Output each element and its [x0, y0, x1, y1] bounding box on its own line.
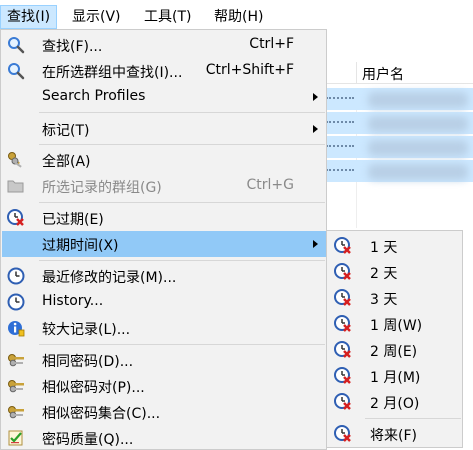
blurred-cell	[368, 116, 468, 132]
menu-item-similar-password-clusters[interactable]: 相似密码集合(C)...	[2, 399, 326, 425]
menu-item-find-in-group[interactable]: 在所选群组中查找(I)... Ctrl+Shift+F	[2, 58, 326, 84]
submenu-separator	[365, 418, 461, 419]
submenu-item-2-days[interactable]: 2 天	[328, 259, 462, 285]
submenu-item-3-days[interactable]: 3 天	[328, 285, 462, 311]
menu-item-label: 相同密码(D)...	[42, 354, 134, 370]
menu-tools[interactable]: 工具(T)	[138, 5, 197, 29]
menu-item-shortcut: Ctrl+G	[246, 177, 295, 193]
submenu-item-2-weeks[interactable]: 2 周(E)	[328, 337, 462, 363]
submenu-item-1-week[interactable]: 1 周(W)	[328, 311, 462, 337]
magnifier-icon	[7, 36, 25, 54]
table-row[interactable]	[326, 112, 473, 134]
expired-clock-icon	[7, 209, 25, 227]
menu-item-label: 过期时间(X)	[42, 238, 119, 254]
menu-item-shortcut: Ctrl+Shift+F	[205, 62, 294, 78]
keys-icon	[7, 377, 25, 395]
clock-icon	[7, 267, 25, 285]
submenu-arrow-icon	[313, 125, 318, 133]
menu-item-shortcut: Ctrl+F	[249, 36, 294, 52]
expired-clock-icon	[334, 341, 352, 359]
entry-list-header: 用户名	[326, 62, 473, 84]
menu-item-label: History...	[42, 293, 104, 309]
expired-clock-icon	[334, 237, 352, 255]
submenu-item-label: 1 天	[370, 240, 398, 256]
expired-clock-icon	[334, 289, 352, 307]
find-menu-dropdown: 查找(F)... Ctrl+F 在所选群组中查找(I)... Ctrl+Shif…	[0, 29, 327, 450]
submenu-arrow-icon	[313, 93, 318, 101]
submenu-item-2-months[interactable]: 2 月(O)	[328, 389, 462, 415]
submenu-arrow-icon	[313, 240, 318, 248]
submenu-item-label: 1 周(W)	[370, 318, 423, 334]
keys-icon	[7, 151, 25, 169]
info-icon	[7, 319, 25, 337]
menu-item-find[interactable]: 查找(F)... Ctrl+F	[2, 32, 326, 58]
menu-separator	[39, 344, 325, 345]
column-header-username[interactable]: 用户名	[362, 64, 404, 84]
expired-clock-icon	[334, 315, 352, 333]
menu-item-similar-password-pairs[interactable]: 相似密码对(P)...	[2, 373, 326, 399]
menu-item-tag[interactable]: 标记(T)	[2, 116, 326, 142]
menu-item-label: 在所选群组中查找(I)...	[42, 65, 183, 81]
submenu-item-label: 1 月(M)	[370, 370, 421, 386]
menu-item-search-profiles[interactable]: Search Profiles	[2, 84, 326, 110]
submenu-item-label: 2 周(E)	[370, 344, 418, 360]
expired-clock-icon	[334, 263, 352, 281]
table-row[interactable]	[326, 88, 473, 110]
menu-item-label: 标记(T)	[42, 123, 90, 139]
submenu-item-label: 3 天	[370, 292, 398, 308]
magnifier-icon	[7, 62, 25, 80]
table-row[interactable]	[326, 160, 473, 182]
menu-help[interactable]: 帮助(H)	[208, 5, 269, 29]
menu-item-expired[interactable]: 已过期(E)	[2, 205, 326, 231]
menu-item-label: Search Profiles	[42, 88, 146, 104]
menu-item-label: 较大记录(L)...	[42, 322, 131, 338]
menu-separator	[39, 144, 325, 145]
blurred-cell	[368, 164, 468, 180]
submenu-item-1-day[interactable]: 1 天	[328, 233, 462, 259]
menu-item-label: 所选记录的群组(G)	[42, 180, 162, 196]
menu-item-label: 全部(A)	[42, 154, 91, 170]
expired-clock-icon	[334, 425, 352, 443]
keys-icon	[7, 403, 25, 421]
menu-item-label: 查找(F)...	[42, 39, 103, 55]
submenu-item-future[interactable]: 将来(F)	[328, 421, 462, 447]
submenu-item-label: 将来(F)	[370, 428, 417, 444]
entry-list-panel: 用户名	[326, 32, 473, 232]
menu-item-label: 最近修改的记录(M)...	[42, 270, 177, 286]
menu-item-expiry-time[interactable]: 过期时间(X)	[2, 231, 326, 257]
clock-icon	[7, 293, 25, 311]
menu-separator	[39, 202, 325, 203]
folder-icon	[7, 177, 25, 195]
menu-item-duplicate-passwords[interactable]: 相同密码(D)...	[2, 347, 326, 373]
menu-find[interactable]: 查找(I)	[0, 5, 58, 29]
submenu-item-1-month[interactable]: 1 月(M)	[328, 363, 462, 389]
blurred-cell	[368, 92, 468, 108]
expiry-time-submenu: 1 天 2 天 3 天 1 周(W) 2 周(E) 1 月(M) 2 月(O) …	[326, 230, 463, 448]
menu-bar: 查找(I) 显示(V) 工具(T) 帮助(H)	[0, 0, 473, 32]
blurred-cell	[368, 140, 468, 156]
submenu-item-label: 2 天	[370, 266, 398, 282]
menu-item-all[interactable]: 全部(A)	[2, 147, 326, 173]
menu-item-label: 相似密码集合(C)...	[42, 406, 161, 422]
submenu-item-label: 2 月(O)	[370, 396, 420, 412]
quality-icon	[7, 429, 25, 447]
menu-item-selected-entry-group[interactable]: 所选记录的群组(G) Ctrl+G	[2, 173, 326, 199]
keys-icon	[7, 351, 25, 369]
menu-item-history[interactable]: History...	[2, 289, 326, 315]
table-row[interactable]	[326, 136, 473, 158]
menu-view[interactable]: 显示(V)	[66, 5, 127, 29]
column-divider[interactable]	[356, 62, 357, 84]
menu-item-password-quality[interactable]: 密码质量(Q)...	[2, 425, 326, 450]
expired-clock-icon	[334, 367, 352, 385]
menu-item-large-entries[interactable]: 较大记录(L)...	[2, 315, 326, 341]
menu-item-label: 相似密码对(P)...	[42, 380, 145, 396]
menu-item-label: 已过期(E)	[42, 212, 104, 228]
expired-clock-icon	[334, 393, 352, 411]
menu-item-label: 密码质量(Q)...	[42, 432, 134, 448]
menu-separator	[39, 260, 325, 261]
menu-item-recently-modified[interactable]: 最近修改的记录(M)...	[2, 263, 326, 289]
menu-separator	[39, 112, 325, 113]
